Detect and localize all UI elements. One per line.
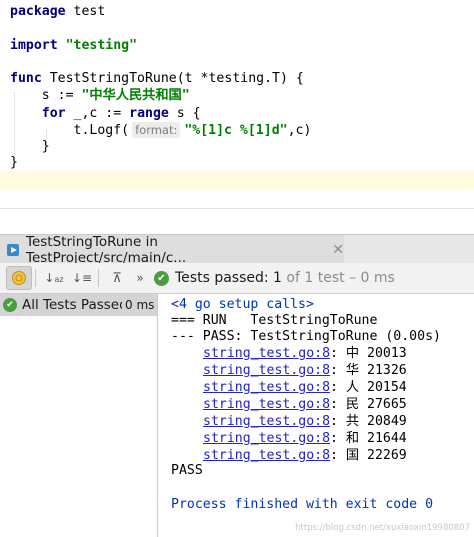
run-configuration-tab[interactable]: TestStringToRune in TestProject/src/main… (0, 233, 344, 266)
more-button[interactable]: » (132, 266, 148, 290)
code-text: test (65, 4, 106, 19)
keyword: package (10, 4, 66, 19)
code-line-package[interactable]: package test (10, 2, 105, 22)
run-tab-bar: TestStringToRune in TestProject/src/main… (0, 233, 474, 266)
check-icon: ✔ (154, 270, 169, 286)
toggle-run-button[interactable] (6, 266, 32, 290)
source-link[interactable]: string_test.go:8 (203, 380, 330, 395)
close-icon[interactable]: ✕ (332, 242, 344, 258)
test-tree-root-row[interactable]: ✔ All Tests Passed 0 ms (0, 294, 157, 316)
code-text: ,c) (287, 123, 312, 138)
log-line: string_test.go:8: 共 20849 (203, 414, 407, 429)
keyword: range (129, 106, 169, 121)
code-line-import[interactable]: import "testing" (10, 36, 137, 56)
more-icon: » (136, 271, 144, 285)
string-literal: "testing" (65, 38, 138, 53)
toggle-run-icon (12, 271, 26, 285)
log-line: string_test.go:8: 华 21326 (203, 363, 407, 378)
code-text: TestStringToRune(t *testing.T) { (41, 71, 304, 86)
code-line-assign[interactable]: s := "中华人民共和国" (10, 86, 190, 106)
log-line: string_test.go:8: 人 20154 (203, 380, 407, 395)
tests-status: Tests passed: 1 of 1 test – 0 ms (175, 270, 395, 286)
code-text: _,c := (65, 106, 130, 121)
console-output[interactable]: <4 go setup calls> === RUN TestStringToR… (158, 294, 474, 537)
keyword: func (10, 71, 42, 86)
code-text: t.Logf( (73, 123, 130, 138)
test-duration: 0 ms (125, 298, 155, 312)
collapse-icon: ⊼ (112, 270, 122, 286)
source-link[interactable]: string_test.go:8 (203, 431, 330, 446)
keyword: for (41, 106, 66, 121)
string-literal: "中华人民共和国" (81, 88, 190, 103)
source-link[interactable]: string_test.go:8 (203, 346, 330, 361)
setup-calls-fold[interactable]: <4 go setup calls> (171, 296, 314, 313)
console-line-pass: --- PASS: TestStringToRune (0.00s) (171, 329, 441, 344)
process-finished-line: Process finished with exit code 0 (171, 497, 434, 512)
log-line: string_test.go:8: 和 21644 (203, 431, 407, 446)
source-link[interactable]: string_test.go:8 (203, 414, 330, 429)
code-line-logf[interactable]: t.Logf(format: "%[1]c %[1]d",c) (10, 121, 311, 141)
log-line: string_test.go:8: 民 27665 (203, 397, 407, 412)
passed-check-icon: ✔ (3, 298, 17, 312)
toolbar-separator (98, 269, 99, 287)
watermark: https://blog.csdn.net/xuxiaoxin19980807 (295, 523, 470, 533)
current-line-highlight (0, 171, 474, 189)
test-tree: ✔ All Tests Passed 0 ms (0, 294, 158, 537)
sort-duration-icon: ↓≡ (71, 271, 93, 285)
source-link[interactable]: string_test.go:8 (203, 397, 330, 412)
toolbar-separator (35, 269, 36, 287)
keyword: import (10, 38, 58, 53)
sort-alpha-icon: ↓az (44, 271, 64, 285)
code-editor[interactable]: package test import "testing" func TestS… (0, 0, 474, 208)
go-test-icon (7, 243, 19, 256)
source-link[interactable]: string_test.go:8 (203, 363, 330, 378)
code-line-close-func[interactable]: } (10, 153, 18, 173)
log-line: string_test.go:8: 中 20013 (203, 346, 407, 361)
parameter-hint: format: (132, 122, 181, 138)
source-link[interactable]: string_test.go:8 (203, 448, 330, 463)
console-line-run: === RUN TestStringToRune (171, 313, 378, 328)
string-literal: "%[1]c %[1]d" (184, 123, 288, 138)
sort-by-duration-button[interactable]: ↓≡ (69, 266, 95, 290)
sort-alphabetically-button[interactable]: ↓az (41, 266, 67, 290)
log-line: string_test.go:8: 国 22269 (203, 448, 407, 463)
editor-bottom-area (0, 208, 474, 235)
code-text: s { (168, 106, 201, 121)
run-tab-label: TestStringToRune in TestProject/src/main… (26, 233, 187, 266)
code-text: s := (41, 88, 82, 103)
collapse-all-button[interactable]: ⊼ (104, 266, 130, 290)
test-runner-toolbar: ↓az ↓≡ ⊼ » ✔ Tests passed: 1 of 1 test –… (0, 263, 474, 294)
console-line-result: PASS (171, 463, 203, 478)
test-tree-label: All Tests Passed (22, 297, 122, 313)
